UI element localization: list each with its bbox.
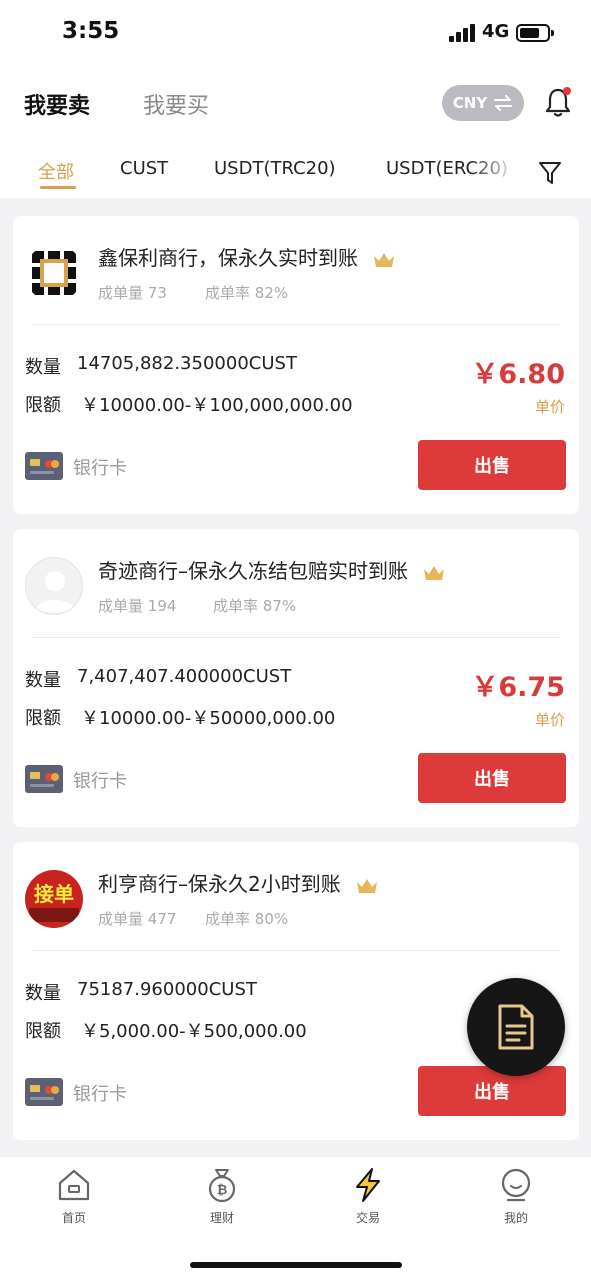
unit-price: ￥6.80 [471, 359, 565, 390]
bank-card-icon [25, 452, 63, 480]
tab-sell[interactable]: 我要卖 [24, 88, 90, 120]
listing-card: 鑫保利商行，保永久实时到账 成单量 73 成单率 82% 数量 14705,88… [13, 216, 579, 514]
unit-price-label: 单价 [534, 711, 565, 729]
header: 我要卖 我要买 CNY [0, 66, 591, 146]
quantity-label: 数量 [25, 357, 61, 378]
orders-float-button[interactable] [467, 978, 565, 1076]
sell-button[interactable]: 出售 [418, 753, 566, 803]
filter-tab-all[interactable]: 全部 [38, 158, 74, 184]
sell-button[interactable]: 出售 [418, 440, 566, 490]
merchant-avatar: 接单 [25, 870, 83, 928]
home-indicator [190, 1262, 402, 1268]
quantity-value: 14705,882.350000CUST [77, 353, 297, 374]
tab-buy[interactable]: 我要买 [143, 88, 209, 120]
payment-method-label: 银行卡 [73, 1084, 127, 1105]
status-bar: 3:55 4G [0, 0, 591, 66]
filter-tab-cust[interactable]: CUST [120, 158, 168, 179]
network-type: 4G [482, 21, 510, 42]
notification-dot [563, 87, 571, 95]
sell-button[interactable]: 出售 [418, 1066, 566, 1116]
unit-price-label: 单价 [534, 398, 565, 416]
merchant-name[interactable]: 鑫保利商行，保永久实时到账 [98, 242, 396, 271]
payment-method-label: 银行卡 [73, 771, 127, 792]
swap-arrows-icon [494, 95, 513, 111]
quantity-value: 7,407,407.400000CUST [77, 666, 292, 687]
avatar-text: 接单 [34, 882, 74, 906]
merchant-avatar [25, 557, 83, 615]
quantity-label: 数量 [25, 983, 61, 1004]
status-time: 3:55 [62, 18, 120, 44]
limit-label: 限额 [25, 395, 61, 416]
orders-stat: 成单量 194 [98, 597, 177, 615]
rate-stat: 成单率 87% [213, 597, 297, 615]
bank-card-icon [25, 765, 63, 793]
profile-icon [501, 1168, 531, 1202]
nav-finance[interactable]: ₿ 理财 [182, 1167, 262, 1226]
nav-trade[interactable]: 交易 [328, 1167, 408, 1226]
divider [31, 950, 561, 951]
filter-tab-usdt-trc20[interactable]: USDT(TRC20) [214, 158, 336, 179]
document-icon [498, 1004, 534, 1050]
limit-value: ￥5,000.00-￥500,000.00 [81, 1021, 307, 1042]
filter-funnel-icon[interactable] [538, 160, 562, 186]
merchant-avatar [25, 244, 83, 302]
lightning-icon [356, 1168, 380, 1202]
orders-stat: 成单量 73 [98, 284, 167, 302]
rate-stat: 成单率 80% [205, 910, 289, 928]
crown-icon [374, 252, 395, 267]
limit-label: 限额 [25, 1021, 61, 1042]
unit-price: ￥6.75 [471, 672, 565, 703]
divider [31, 324, 561, 325]
listing-card: 奇迹商行–保永久冻结包赔实时到账 成单量 194 成单率 87% 数量 7,40… [13, 529, 579, 827]
nav-profile[interactable]: 我的 [476, 1167, 556, 1226]
limit-value: ￥10000.00-￥100,000,000.00 [81, 395, 353, 416]
filter-bar: 全部 CUST USDT(TRC20) USDT(ERC20) [0, 146, 591, 198]
merchant-name[interactable]: 奇迹商行–保永久冻结包赔实时到账 [98, 555, 446, 584]
rate-stat: 成单率 82% [205, 284, 289, 302]
home-icon [58, 1169, 90, 1201]
divider [31, 637, 561, 638]
battery-icon [516, 24, 554, 42]
svg-text:₿: ₿ [217, 1183, 228, 1198]
quantity-value: 75187.960000CUST [77, 979, 257, 1000]
bitcoin-bag-icon: ₿ [208, 1169, 236, 1203]
limit-label: 限额 [25, 708, 61, 729]
currency-toggle-button[interactable]: CNY [442, 85, 524, 121]
bank-card-icon [25, 1078, 63, 1106]
orders-stat: 成单量 477 [98, 910, 177, 928]
quantity-label: 数量 [25, 670, 61, 691]
payment-method-label: 银行卡 [73, 458, 127, 479]
crown-icon [424, 565, 445, 580]
limit-value: ￥10000.00-￥50000,000.00 [81, 708, 336, 729]
nav-home[interactable]: 首页 [34, 1167, 114, 1226]
crown-icon [357, 878, 378, 893]
signal-icon [449, 24, 477, 42]
filter-active-indicator [40, 186, 76, 189]
filter-fade [470, 146, 530, 198]
currency-label: CNY [452, 94, 488, 112]
merchant-name[interactable]: 利亨商行–保永久2小时到账 [98, 868, 379, 897]
